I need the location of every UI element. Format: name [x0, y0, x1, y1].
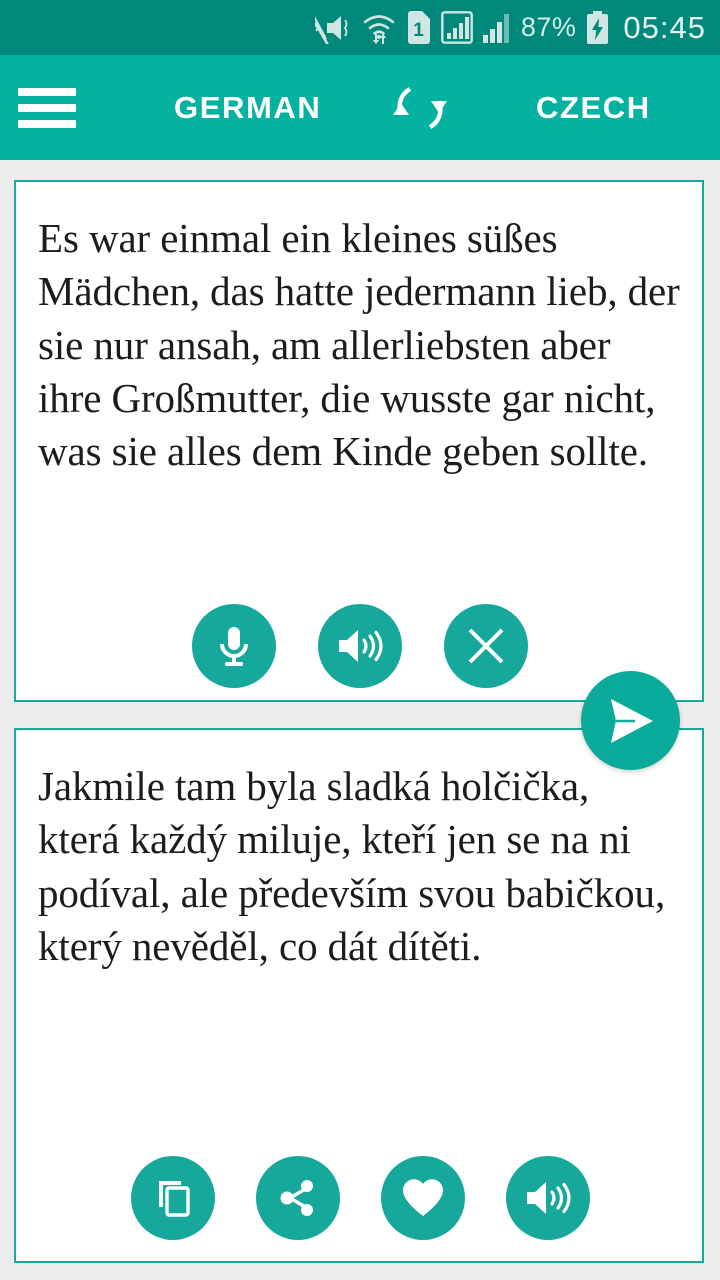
speaker-volume-icon	[339, 630, 383, 662]
translate-send-button[interactable]	[581, 671, 680, 770]
source-text[interactable]: Es war einmal ein kleines süßes Mädchen,…	[16, 182, 702, 478]
speak-source-button[interactable]	[318, 604, 402, 688]
microphone-icon	[220, 627, 248, 666]
hamburger-bar	[18, 87, 76, 96]
source-language-selector[interactable]: GERMAN	[174, 90, 321, 126]
clear-text-button[interactable]	[444, 604, 528, 688]
svg-text:1: 1	[413, 20, 424, 41]
speak-target-button[interactable]	[505, 1156, 590, 1240]
hamburger-bar	[18, 103, 76, 112]
signal-bars-icon	[482, 11, 512, 44]
favorite-button[interactable]	[380, 1156, 465, 1240]
heart-icon	[402, 1179, 443, 1216]
battery-charging-icon	[585, 11, 610, 44]
target-action-row	[0, 1156, 720, 1240]
microphone-button[interactable]	[192, 604, 276, 688]
wifi-icon	[362, 12, 396, 44]
send-paper-plane-icon	[610, 698, 653, 743]
signal-boxed-icon	[440, 11, 473, 44]
speaker-volume-icon	[526, 1182, 571, 1214]
copy-button[interactable]	[130, 1156, 215, 1240]
app-screen: 1 87% 05:45 GERMAN CZECH Es war einmal e…	[0, 0, 720, 1280]
close-x-icon	[468, 628, 504, 664]
status-bar: 1 87% 05:45	[0, 0, 720, 55]
target-language-selector[interactable]: CZECH	[536, 90, 651, 126]
battery-percent-label: 87%	[520, 12, 577, 42]
swap-languages-button[interactable]	[385, 73, 455, 143]
target-text: Jakmile tam byla sladká holčička, která …	[38, 763, 666, 969]
share-button[interactable]	[255, 1156, 340, 1240]
app-bar: GERMAN CZECH	[0, 55, 720, 160]
swap-languages-icon	[393, 86, 447, 129]
copy-icon	[158, 1181, 190, 1217]
sim-card-1-icon: 1	[405, 11, 432, 44]
hamburger-bar	[18, 119, 76, 128]
vibrate-mute-icon	[314, 12, 353, 44]
hamburger-menu-icon[interactable]	[18, 87, 76, 128]
share-icon	[280, 1180, 313, 1216]
status-bar-clock: 05:45	[623, 9, 706, 45]
